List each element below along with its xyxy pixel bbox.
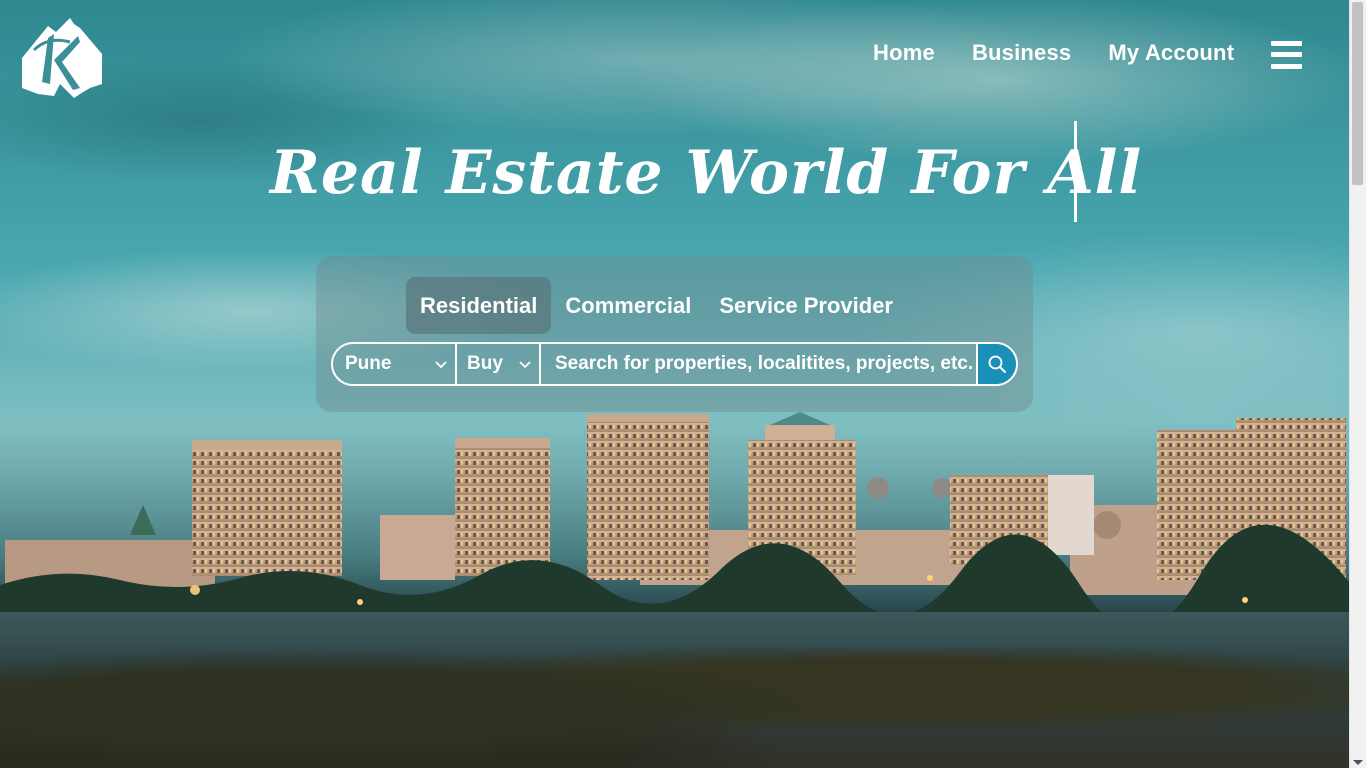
scroll-down-arrow-icon[interactable]	[1353, 760, 1363, 765]
hamburger-menu-icon[interactable]	[1271, 41, 1302, 69]
tab-commercial[interactable]: Commercial	[551, 277, 705, 334]
typing-caret	[1074, 121, 1077, 222]
tab-residential[interactable]: Residential	[406, 277, 552, 334]
brand-logo[interactable]	[18, 14, 102, 98]
property-type-tabs: Residential Commercial Service Provider	[406, 277, 907, 334]
nav-home-link[interactable]: Home	[873, 40, 935, 66]
chevron-down-icon	[435, 361, 447, 369]
listing-mode-value: Buy	[467, 353, 503, 374]
page-scrollbar[interactable]	[1349, 0, 1366, 768]
search-button[interactable]	[976, 344, 1016, 384]
chevron-down-icon	[519, 361, 531, 369]
search-icon	[988, 355, 1006, 373]
search-panel: Residential Commercial Service Provider …	[316, 256, 1033, 412]
tab-service-provider[interactable]: Service Provider	[705, 277, 907, 334]
city-select-value: Pune	[345, 353, 392, 374]
k-house-logo-icon	[22, 18, 102, 98]
listing-mode-select[interactable]: Buy	[457, 344, 541, 384]
nav-business-link[interactable]: Business	[972, 40, 1071, 66]
city-select[interactable]: Pune	[333, 344, 457, 384]
main-nav: Home Business My Account	[873, 40, 1234, 66]
scrollbar-thumb[interactable]	[1352, 2, 1363, 185]
nav-my-account-link[interactable]: My Account	[1108, 40, 1234, 66]
hero-headline: Real Estate World For All	[270, 138, 1143, 208]
search-bar: Pune Buy	[331, 342, 1018, 386]
search-input[interactable]	[541, 344, 976, 384]
